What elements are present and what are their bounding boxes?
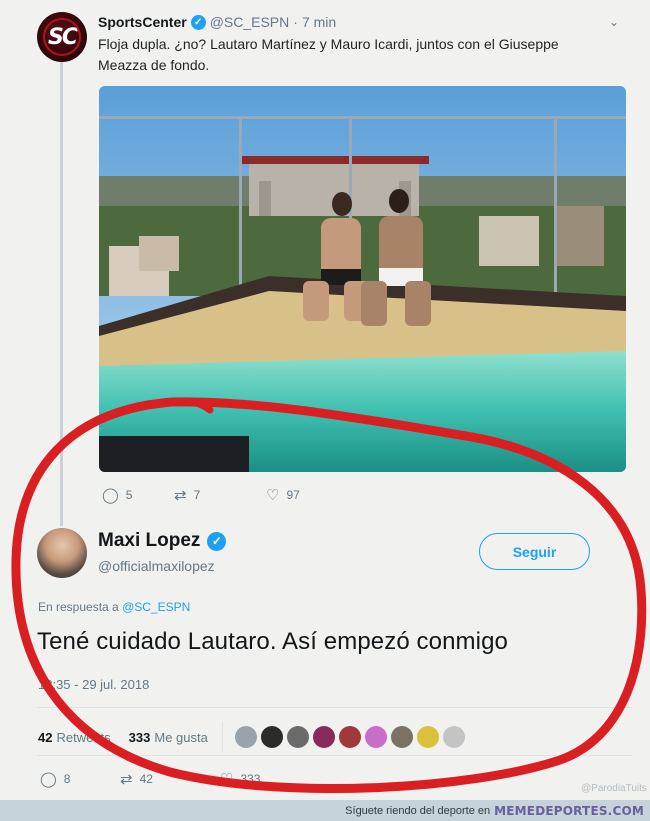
divider: [37, 755, 632, 756]
author-name[interactable]: Maxi Lopez: [98, 530, 200, 552]
reply-button[interactable]: ◯ 8: [40, 770, 120, 788]
retweet-icon: ⇄: [120, 771, 133, 788]
retweets-stat[interactable]: 42 Retweets: [38, 730, 111, 745]
heart-icon: ♡: [220, 771, 234, 788]
sportscenter-avatar[interactable]: SC: [37, 12, 87, 62]
tweet-timestamp[interactable]: 12:35 - 29 jul. 2018: [38, 677, 149, 692]
footer-banner: Síguete riendo del deporte en MEMEDEPORT…: [0, 800, 650, 821]
watermark: @ParodiaTuits: [581, 783, 647, 794]
reply-to-link[interactable]: @SC_ESPN: [122, 600, 190, 614]
reply-text: Tené cuidado Lautaro. Así empezó conmigo: [37, 628, 508, 655]
speech-bubble-icon: ◯: [102, 487, 119, 504]
tweet-text: Floja dupla. ¿no? Lautaro Martínez y Mau…: [98, 36, 559, 73]
like-button[interactable]: ♡ 333: [220, 770, 260, 788]
avatar[interactable]: [312, 726, 335, 748]
chevron-down-icon[interactable]: ⌄: [609, 15, 619, 29]
avatar[interactable]: [260, 726, 283, 748]
avatar[interactable]: [390, 726, 413, 748]
avatar[interactable]: [286, 726, 309, 748]
likes-stat[interactable]: 333 Me gusta: [129, 730, 208, 745]
tweet-stats: 42 Retweets 333 Me gusta: [38, 722, 469, 752]
author-name[interactable]: SportsCenter: [98, 14, 187, 30]
author-handle[interactable]: @officialmaxilopez: [98, 558, 215, 574]
tweet-actions: ◯ 5 ⇄ 7 ♡ 97: [102, 486, 300, 504]
avatar[interactable]: [442, 726, 465, 748]
reply-context: En respuesta a @SC_ESPN: [38, 600, 191, 614]
retweet-button[interactable]: ⇄ 7: [174, 486, 266, 504]
tweet-actions: ◯ 8 ⇄ 42 ♡ 333: [40, 770, 260, 788]
site-brand[interactable]: MEMEDEPORTES.COM: [494, 804, 644, 818]
avatar[interactable]: [364, 726, 387, 748]
divider: [221, 722, 223, 752]
reply-author: Maxi Lopez ✓: [98, 530, 227, 552]
tweet-header: SportsCenter ✓ @SC_ESPN · 7 min: [98, 14, 336, 30]
avatar[interactable]: [416, 726, 439, 748]
avatar[interactable]: [234, 726, 257, 748]
thread-line: [60, 60, 63, 526]
verified-badge-icon: ✓: [190, 14, 206, 30]
maxi-lopez-avatar[interactable]: [37, 528, 87, 578]
follow-button[interactable]: Seguir: [479, 533, 590, 570]
verified-badge-icon: ✓: [207, 531, 227, 551]
author-handle[interactable]: @SC_ESPN: [210, 14, 290, 30]
retweet-button[interactable]: ⇄ 42: [120, 770, 220, 788]
retweet-icon: ⇄: [174, 487, 187, 504]
heart-icon: ♡: [266, 487, 280, 504]
tweet-photo[interactable]: [99, 86, 626, 472]
reply-button[interactable]: ◯ 5: [102, 486, 174, 504]
tweet-time[interactable]: 7 min: [302, 14, 336, 30]
separator-dot: ·: [293, 14, 298, 30]
liker-avatars: [234, 726, 469, 748]
speech-bubble-icon: ◯: [40, 771, 57, 788]
avatar[interactable]: [338, 726, 361, 748]
like-button[interactable]: ♡ 97: [266, 486, 300, 504]
divider: [37, 707, 632, 708]
